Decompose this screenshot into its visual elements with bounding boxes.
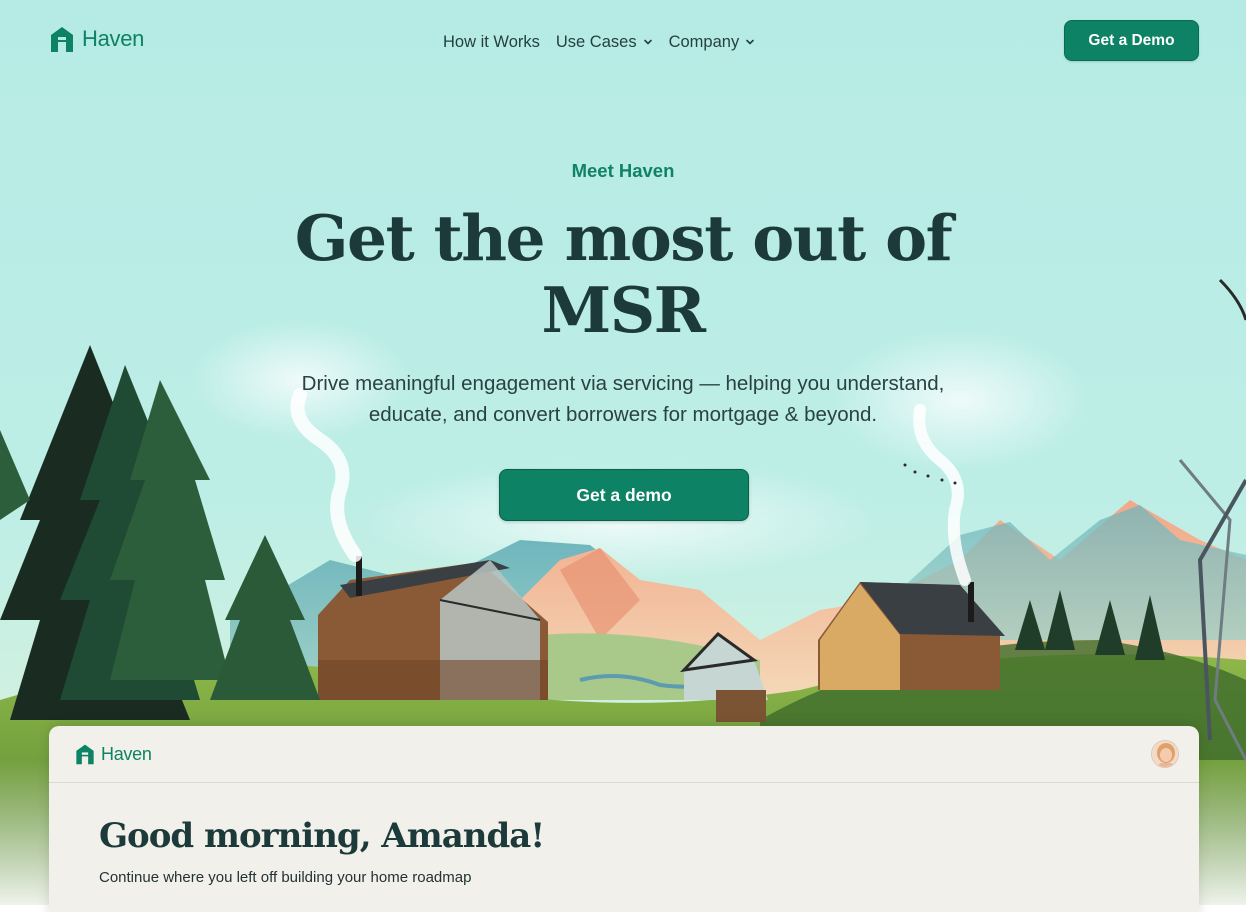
greeting-heading: Good morning, Amanda! [99,816,545,856]
app-preview-brand: Haven [101,743,152,764]
primary-navigation: How it Works Use Cases Company [443,30,755,54]
get-a-demo-nav-button[interactable]: Get a Demo [1064,20,1199,61]
brand-logo[interactable]: Haven [48,24,144,54]
avatar-photo [1152,741,1178,767]
get-a-demo-hero-button[interactable]: Get a demo [499,469,749,521]
hero-title: Get the most out of MSR [273,202,973,346]
app-preview-logo[interactable]: Haven [74,743,152,765]
house-h-logo-icon [76,744,94,765]
hero-subtitle-line-1: Drive meaningful engagement via servicin… [301,372,945,395]
nav-link-company[interactable]: Company [669,33,756,52]
brand-name: Haven [82,26,145,51]
house-h-logo-icon [51,27,73,52]
hero-eyebrow: Meet Haven [571,160,675,181]
nav-link-how-it-works[interactable]: How it Works [443,33,540,52]
app-preview-card: Haven Good morning, Amanda! Continue whe… [49,726,1199,912]
nav-link-label: Company [668,32,740,51]
top-navbar: Haven How it Works Use Cases Company Get… [0,0,1246,82]
hero-subtitle: Drive meaningful engagement via servicin… [263,368,983,430]
nav-link-label: Use Cases [555,32,637,51]
chevron-down-icon [643,39,652,45]
app-preview-header: Haven [49,726,1199,783]
hero-title-line-1: Get the most out of [294,201,953,275]
nav-link-label: How it Works [443,32,540,51]
chevron-down-icon [746,39,755,45]
nav-link-use-cases[interactable]: Use Cases [556,33,653,52]
hero-subtitle-line-2: educate, and convert borrowers for mortg… [368,403,878,426]
hero-title-line-2: MSR [541,273,706,347]
greeting-subtext: Continue where you left off building you… [99,869,472,886]
user-avatar[interactable] [1151,740,1179,768]
